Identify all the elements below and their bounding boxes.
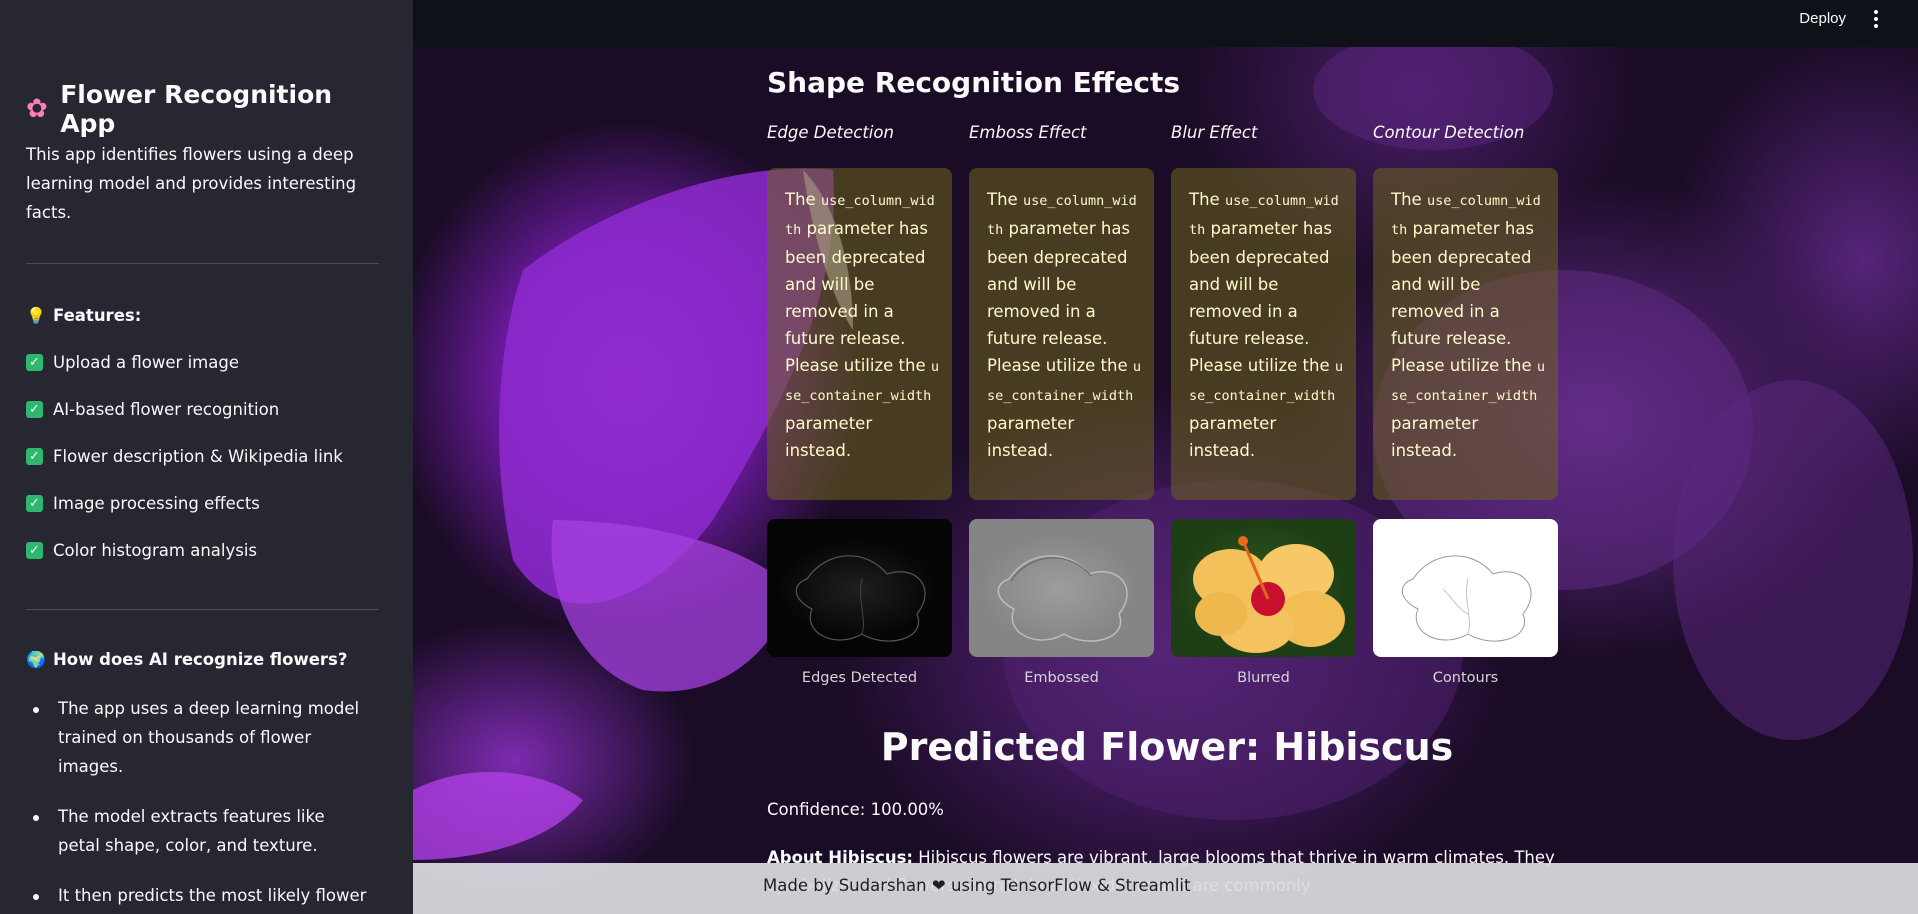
- check-mark-icon: ✓: [26, 541, 43, 559]
- divider: [26, 263, 379, 264]
- warning-text: parameter instead.: [1189, 414, 1277, 460]
- feature-label: Upload a flower image: [53, 352, 239, 372]
- feature-label: Color histogram analysis: [53, 540, 258, 560]
- deprecation-warning: The use_column_width parameter has been …: [1373, 168, 1558, 500]
- feature-item: ✓ Image processing effects: [26, 490, 379, 516]
- list-item: The model extracts features like petal s…: [26, 802, 371, 860]
- globe-icon: 🌍: [26, 649, 46, 669]
- warning-text: parameter instead.: [1391, 414, 1479, 460]
- column-label: Edge Detection: [767, 123, 894, 142]
- features-heading-label: Features:: [53, 305, 142, 325]
- feature-label: Flower description & Wikipedia link: [53, 446, 343, 466]
- image-caption: Blurred: [1237, 670, 1290, 686]
- contour-image: [1373, 519, 1558, 657]
- embossed-image: [969, 519, 1154, 657]
- bullet-icon: [33, 707, 39, 713]
- sidebar: ✿ Flower Recognition App This app identi…: [0, 0, 413, 914]
- deprecation-warning: The use_column_width parameter has been …: [767, 168, 952, 500]
- check-mark-icon: ✓: [26, 494, 43, 512]
- top-bar: Deploy: [413, 0, 1918, 47]
- check-mark-icon: ✓: [26, 447, 43, 465]
- butterfly-wing-shape: [413, 771, 583, 860]
- warning-text: parameter instead.: [785, 414, 873, 460]
- list-item-text: It then predicts the most likely flower …: [58, 886, 367, 905]
- check-mark-icon: ✓: [26, 400, 43, 418]
- divider: [26, 609, 379, 610]
- section-title: Shape Recognition Effects: [767, 66, 1181, 99]
- cherry-blossom-icon: ✿: [26, 94, 48, 124]
- warning-text: The: [987, 190, 1023, 209]
- warning-text: parameter instead.: [987, 414, 1075, 460]
- image-caption: Embossed: [1024, 670, 1099, 686]
- confidence-text: Confidence: 100.00%: [767, 800, 944, 819]
- how-list: The app uses a deep learning model train…: [26, 694, 379, 914]
- footer: Made by Sudarshan ❤ using TensorFlow & S…: [413, 863, 1918, 914]
- bullet-icon: [33, 815, 39, 821]
- feature-label: Image processing effects: [53, 493, 260, 513]
- butterfly-wing-shape: [551, 520, 793, 692]
- list-item: The app uses a deep learning model train…: [26, 694, 371, 781]
- list-item: It then predicts the most likely flower …: [26, 881, 371, 914]
- image-caption: Contours: [1432, 670, 1499, 686]
- footer-pre: Made by Sudarshan: [763, 876, 932, 895]
- main-area[interactable]: Deploy Shape Recognition Effects Edge De…: [413, 0, 1918, 914]
- footer-post: using TensorFlow & Streamlit: [945, 876, 1191, 895]
- how-heading: 🌍 How does AI recognize flowers?: [26, 646, 379, 672]
- image-caption: Edges Detected: [801, 670, 918, 686]
- edges-image: [767, 519, 952, 657]
- warning-text: parameter has been deprecated and will b…: [987, 219, 1133, 375]
- feature-item: ✓ Upload a flower image: [26, 349, 379, 375]
- feature-item: ✓ Color histogram analysis: [26, 537, 379, 563]
- warning-text: parameter has been deprecated and will b…: [1189, 219, 1335, 375]
- feature-item: ✓ Flower description & Wikipedia link: [26, 443, 379, 469]
- warning-text: The: [1391, 190, 1427, 209]
- column-label: Emboss Effect: [969, 123, 1087, 142]
- how-heading-label: How does AI recognize flowers?: [53, 649, 348, 669]
- list-item-text: The model extracts features like petal s…: [58, 807, 325, 855]
- bullet-icon: [33, 894, 39, 900]
- blurred-image: [1171, 519, 1356, 657]
- petal-shape: [1673, 380, 1913, 740]
- sidebar-title-row: ✿ Flower Recognition App: [26, 80, 379, 138]
- app-title: Flower Recognition App: [60, 80, 333, 138]
- warning-text: The: [1189, 190, 1225, 209]
- vertical-ellipsis-icon[interactable]: [1872, 8, 1880, 32]
- feature-item: ✓ AI-based flower recognition: [26, 396, 379, 422]
- light-bulb-icon: 💡: [26, 305, 46, 325]
- heart-icon: ❤: [931, 876, 946, 895]
- deploy-button[interactable]: Deploy: [1799, 10, 1846, 27]
- predicted-flower-heading: Predicted Flower: Hibiscus: [880, 725, 1454, 769]
- feature-label: AI-based flower recognition: [53, 399, 280, 419]
- app-description: This app identifies flowers using a deep…: [26, 145, 357, 222]
- deprecation-warning: The use_column_width parameter has been …: [969, 168, 1154, 500]
- list-item-text: The app uses a deep learning model train…: [58, 699, 360, 776]
- warning-text: parameter has been deprecated and will b…: [1391, 219, 1537, 375]
- background-image: [413, 30, 1913, 860]
- warning-text: parameter has been deprecated and will b…: [785, 219, 931, 375]
- check-mark-icon: ✓: [26, 353, 43, 371]
- footer-text: Made by Sudarshan ❤ using TensorFlow & S…: [763, 876, 1190, 895]
- warning-text: The: [785, 190, 821, 209]
- column-label: Blur Effect: [1171, 123, 1258, 142]
- column-label: Contour Detection: [1373, 123, 1525, 142]
- deprecation-warning: The use_column_width parameter has been …: [1171, 168, 1356, 500]
- features-heading: 💡 Features:: [26, 302, 379, 328]
